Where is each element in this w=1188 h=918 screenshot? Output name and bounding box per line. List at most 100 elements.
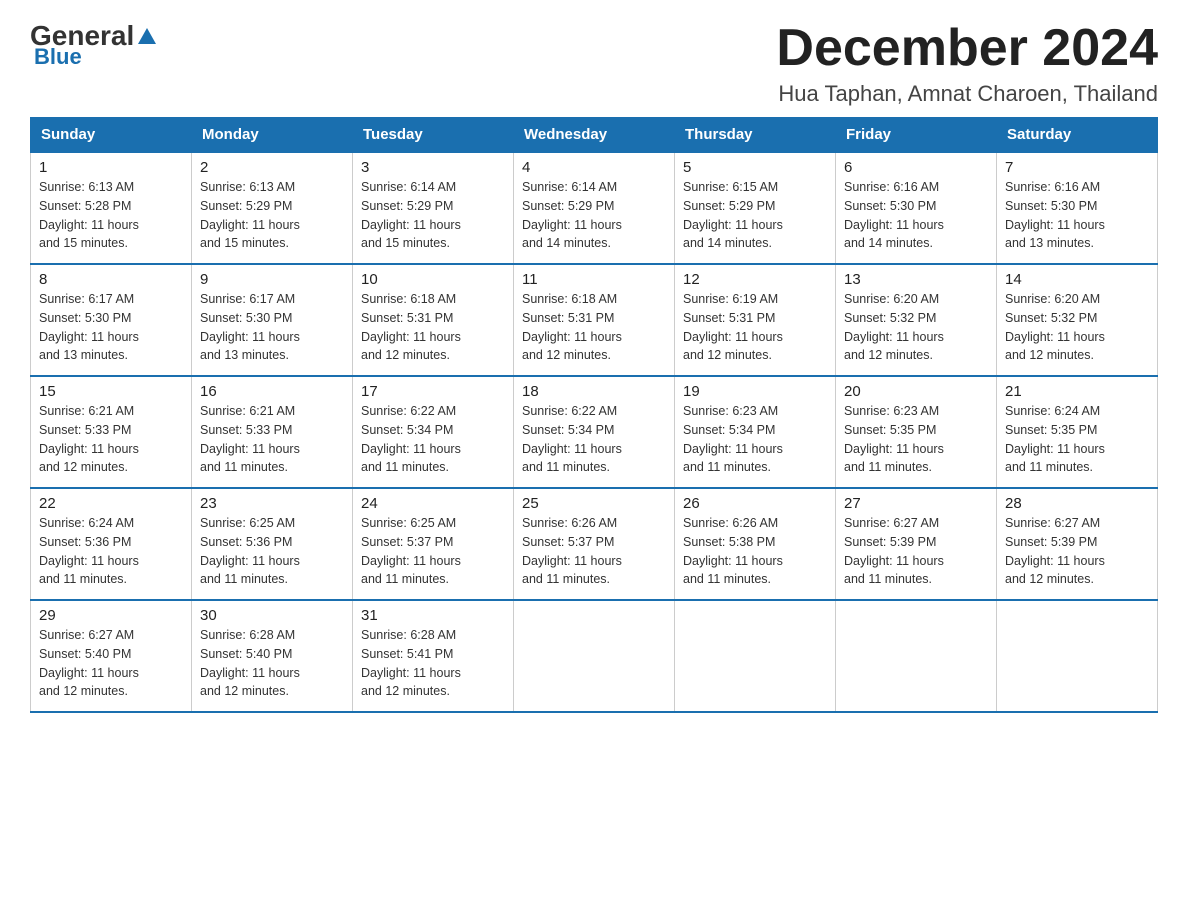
day-number: 11	[522, 271, 666, 288]
calendar-cell: 23 Sunrise: 6:25 AMSunset: 5:36 PMDayligh…	[192, 488, 353, 600]
day-number: 19	[683, 383, 827, 400]
day-info: Sunrise: 6:17 AMSunset: 5:30 PMDaylight:…	[200, 290, 344, 365]
calendar-cell: 11Sunrise: 6:18 AMSunset: 5:31 PMDayligh…	[514, 264, 675, 376]
col-header-wednesday: Wednesday	[514, 118, 675, 153]
day-number: 24	[361, 495, 505, 512]
calendar-table: SundayMondayTuesdayWednesdayThursdayFrid…	[30, 117, 1158, 713]
day-number: 4	[522, 159, 666, 176]
calendar-cell: 30Sunrise: 6:28 AMSunset: 5:40 PMDayligh…	[192, 600, 353, 712]
day-info: Sunrise: 6:27 AMSunset: 5:39 PMDaylight:…	[1005, 514, 1149, 589]
day-number: 12	[683, 271, 827, 288]
calendar-cell: 24Sunrise: 6:25 AMSunset: 5:37 PMDayligh…	[353, 488, 514, 600]
day-info: Sunrise: 6:16 AMSunset: 5:30 PMDaylight:…	[1005, 178, 1149, 253]
calendar-cell	[836, 600, 997, 712]
day-info: Sunrise: 6:26 AMSunset: 5:37 PMDaylight:…	[522, 514, 666, 589]
day-info: Sunrise: 6:25 AMSunset: 5:36 PMDaylight:…	[200, 514, 344, 589]
calendar-week-row: 29Sunrise: 6:27 AMSunset: 5:40 PMDayligh…	[31, 600, 1158, 712]
col-header-sunday: Sunday	[31, 118, 192, 153]
day-number: 7	[1005, 159, 1149, 176]
day-info: Sunrise: 6:21 AMSunset: 5:33 PMDaylight:…	[39, 402, 183, 477]
day-info: Sunrise: 6:14 AMSunset: 5:29 PMDaylight:…	[361, 178, 505, 253]
col-header-monday: Monday	[192, 118, 353, 153]
day-number: 8	[39, 271, 183, 288]
calendar-cell: 14 Sunrise: 6:20 AMSunset: 5:32 PMDayligh…	[997, 264, 1158, 376]
day-number: 27	[844, 495, 988, 512]
calendar-week-row: 8 Sunrise: 6:17 AMSunset: 5:30 PMDaylight…	[31, 264, 1158, 376]
month-title: December 2024	[776, 20, 1158, 77]
day-number: 1	[39, 159, 183, 176]
calendar-cell: 13Sunrise: 6:20 AMSunset: 5:32 PMDayligh…	[836, 264, 997, 376]
day-number: 17	[361, 383, 505, 400]
day-number: 31	[361, 607, 505, 624]
day-number: 23	[200, 495, 344, 512]
day-info: Sunrise: 6:13 AMSunset: 5:28 PMDaylight:…	[39, 178, 183, 253]
calendar-cell: 27 Sunrise: 6:27 AMSunset: 5:39 PMDayligh…	[836, 488, 997, 600]
day-number: 22	[39, 495, 183, 512]
calendar-cell: 8 Sunrise: 6:17 AMSunset: 5:30 PMDaylight…	[31, 264, 192, 376]
day-number: 28	[1005, 495, 1149, 512]
day-info: Sunrise: 6:18 AMSunset: 5:31 PMDaylight:…	[361, 290, 505, 365]
day-info: Sunrise: 6:28 AMSunset: 5:41 PMDaylight:…	[361, 626, 505, 701]
logo: General Blue	[30, 20, 160, 70]
day-info: Sunrise: 6:26 AMSunset: 5:38 PMDaylight:…	[683, 514, 827, 589]
calendar-cell: 18 Sunrise: 6:22 AMSunset: 5:34 PMDayligh…	[514, 376, 675, 488]
calendar-week-row: 1 Sunrise: 6:13 AMSunset: 5:28 PMDaylight…	[31, 152, 1158, 264]
day-number: 26	[683, 495, 827, 512]
day-info: Sunrise: 6:14 AMSunset: 5:29 PMDaylight:…	[522, 178, 666, 253]
day-info: Sunrise: 6:22 AMSunset: 5:34 PMDaylight:…	[522, 402, 666, 477]
calendar-cell	[997, 600, 1158, 712]
calendar-cell: 9 Sunrise: 6:17 AMSunset: 5:30 PMDaylight…	[192, 264, 353, 376]
day-number: 3	[361, 159, 505, 176]
calendar-cell	[514, 600, 675, 712]
calendar-cell: 25 Sunrise: 6:26 AMSunset: 5:37 PMDayligh…	[514, 488, 675, 600]
location-title: Hua Taphan, Amnat Charoen, Thailand	[776, 81, 1158, 107]
calendar-cell: 10 Sunrise: 6:18 AMSunset: 5:31 PMDayligh…	[353, 264, 514, 376]
calendar-cell: 26 Sunrise: 6:26 AMSunset: 5:38 PMDayligh…	[675, 488, 836, 600]
day-info: Sunrise: 6:19 AMSunset: 5:31 PMDaylight:…	[683, 290, 827, 365]
calendar-cell: 7 Sunrise: 6:16 AMSunset: 5:30 PMDaylight…	[997, 152, 1158, 264]
day-info: Sunrise: 6:28 AMSunset: 5:40 PMDaylight:…	[200, 626, 344, 701]
day-number: 9	[200, 271, 344, 288]
day-info: Sunrise: 6:24 AMSunset: 5:36 PMDaylight:…	[39, 514, 183, 589]
day-info: Sunrise: 6:23 AMSunset: 5:35 PMDaylight:…	[844, 402, 988, 477]
day-info: Sunrise: 6:16 AMSunset: 5:30 PMDaylight:…	[844, 178, 988, 253]
calendar-cell: 17Sunrise: 6:22 AMSunset: 5:34 PMDayligh…	[353, 376, 514, 488]
day-info: Sunrise: 6:27 AMSunset: 5:39 PMDaylight:…	[844, 514, 988, 589]
col-header-tuesday: Tuesday	[353, 118, 514, 153]
calendar-cell: 2Sunrise: 6:13 AMSunset: 5:29 PMDaylight…	[192, 152, 353, 264]
calendar-cell: 20 Sunrise: 6:23 AMSunset: 5:35 PMDayligh…	[836, 376, 997, 488]
day-info: Sunrise: 6:24 AMSunset: 5:35 PMDaylight:…	[1005, 402, 1149, 477]
calendar-cell: 3 Sunrise: 6:14 AMSunset: 5:29 PMDaylight…	[353, 152, 514, 264]
col-header-thursday: Thursday	[675, 118, 836, 153]
logo-blue-text: Blue	[34, 44, 82, 69]
col-header-saturday: Saturday	[997, 118, 1158, 153]
calendar-cell	[675, 600, 836, 712]
day-number: 14	[1005, 271, 1149, 288]
col-header-friday: Friday	[836, 118, 997, 153]
day-number: 10	[361, 271, 505, 288]
day-info: Sunrise: 6:15 AMSunset: 5:29 PMDaylight:…	[683, 178, 827, 253]
day-info: Sunrise: 6:20 AMSunset: 5:32 PMDaylight:…	[1005, 290, 1149, 365]
calendar-cell: 21Sunrise: 6:24 AMSunset: 5:35 PMDayligh…	[997, 376, 1158, 488]
day-info: Sunrise: 6:20 AMSunset: 5:32 PMDaylight:…	[844, 290, 988, 365]
calendar-cell: 29Sunrise: 6:27 AMSunset: 5:40 PMDayligh…	[31, 600, 192, 712]
day-info: Sunrise: 6:21 AMSunset: 5:33 PMDaylight:…	[200, 402, 344, 477]
calendar-cell: 31 Sunrise: 6:28 AMSunset: 5:41 PMDayligh…	[353, 600, 514, 712]
calendar-cell: 19Sunrise: 6:23 AMSunset: 5:34 PMDayligh…	[675, 376, 836, 488]
calendar-cell: 28 Sunrise: 6:27 AMSunset: 5:39 PMDayligh…	[997, 488, 1158, 600]
day-number: 15	[39, 383, 183, 400]
calendar-cell: 4 Sunrise: 6:14 AMSunset: 5:29 PMDaylight…	[514, 152, 675, 264]
day-number: 18	[522, 383, 666, 400]
day-number: 6	[844, 159, 988, 176]
calendar-cell: 5Sunrise: 6:15 AMSunset: 5:29 PMDaylight…	[675, 152, 836, 264]
calendar-cell: 16Sunrise: 6:21 AMSunset: 5:33 PMDayligh…	[192, 376, 353, 488]
calendar-week-row: 22 Sunrise: 6:24 AMSunset: 5:36 PMDayligh…	[31, 488, 1158, 600]
logo-triangle-icon	[136, 26, 158, 46]
day-number: 25	[522, 495, 666, 512]
day-number: 20	[844, 383, 988, 400]
calendar-cell: 22 Sunrise: 6:24 AMSunset: 5:36 PMDayligh…	[31, 488, 192, 600]
calendar-week-row: 15 Sunrise: 6:21 AMSunset: 5:33 PMDayligh…	[31, 376, 1158, 488]
day-info: Sunrise: 6:17 AMSunset: 5:30 PMDaylight:…	[39, 290, 183, 365]
calendar-cell: 1 Sunrise: 6:13 AMSunset: 5:28 PMDaylight…	[31, 152, 192, 264]
calendar-header-row: SundayMondayTuesdayWednesdayThursdayFrid…	[31, 118, 1158, 153]
